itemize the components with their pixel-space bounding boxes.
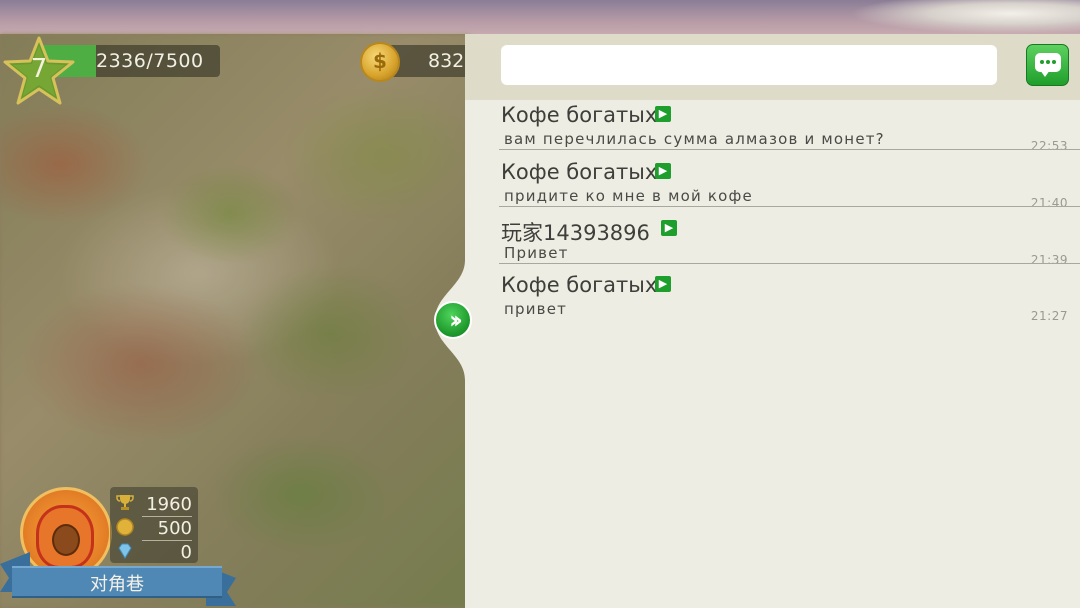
arrow-right-icon[interactable]: ▶ (661, 220, 677, 236)
player-coin-count: 500 (142, 518, 192, 541)
chat-search-input[interactable] (501, 45, 997, 85)
chat-dot (1046, 60, 1050, 64)
chat-bubble-tail (1040, 70, 1050, 77)
coin-icon (116, 518, 134, 536)
message-sender: Кофе богатых (501, 273, 658, 297)
message-text: Привет (504, 244, 569, 262)
message-text: привет (504, 300, 568, 318)
arrow-right-icon[interactable]: ▶ (655, 276, 671, 292)
message-sender: Кофе богатых (501, 103, 658, 127)
chat-dot (1040, 60, 1044, 64)
message-text: вам перечлилась сумма алмазов и монет? (504, 130, 885, 148)
chat-bubble-icon[interactable] (1026, 44, 1069, 86)
trophy-icon (116, 495, 134, 510)
xp-text: 2336/7500 (96, 50, 204, 72)
chat-dot (1052, 60, 1056, 64)
message-time: 21:27 (1030, 309, 1068, 323)
arrow-right-icon[interactable]: ▶ (655, 106, 671, 122)
coin-icon[interactable]: $ (360, 42, 400, 82)
message-text: придите ко мне в мой кофе (504, 187, 753, 205)
coffee-bean-icon (52, 524, 80, 556)
gem-count: 0 (180, 542, 192, 563)
coin-symbol: $ (373, 49, 387, 73)
message-sender: 玩家14393896 (501, 221, 650, 245)
tree-decoration (850, 0, 1080, 34)
message-sender: Кофе богатых (501, 160, 658, 184)
player-name[interactable]: 对角巷 (12, 570, 222, 596)
trophy-count: 1960 (142, 494, 192, 517)
coin-count: 832 (428, 50, 465, 72)
gem-icon (118, 543, 132, 559)
arrow-right-icon[interactable]: ▶ (655, 163, 671, 179)
level-number: 7 (30, 54, 48, 84)
